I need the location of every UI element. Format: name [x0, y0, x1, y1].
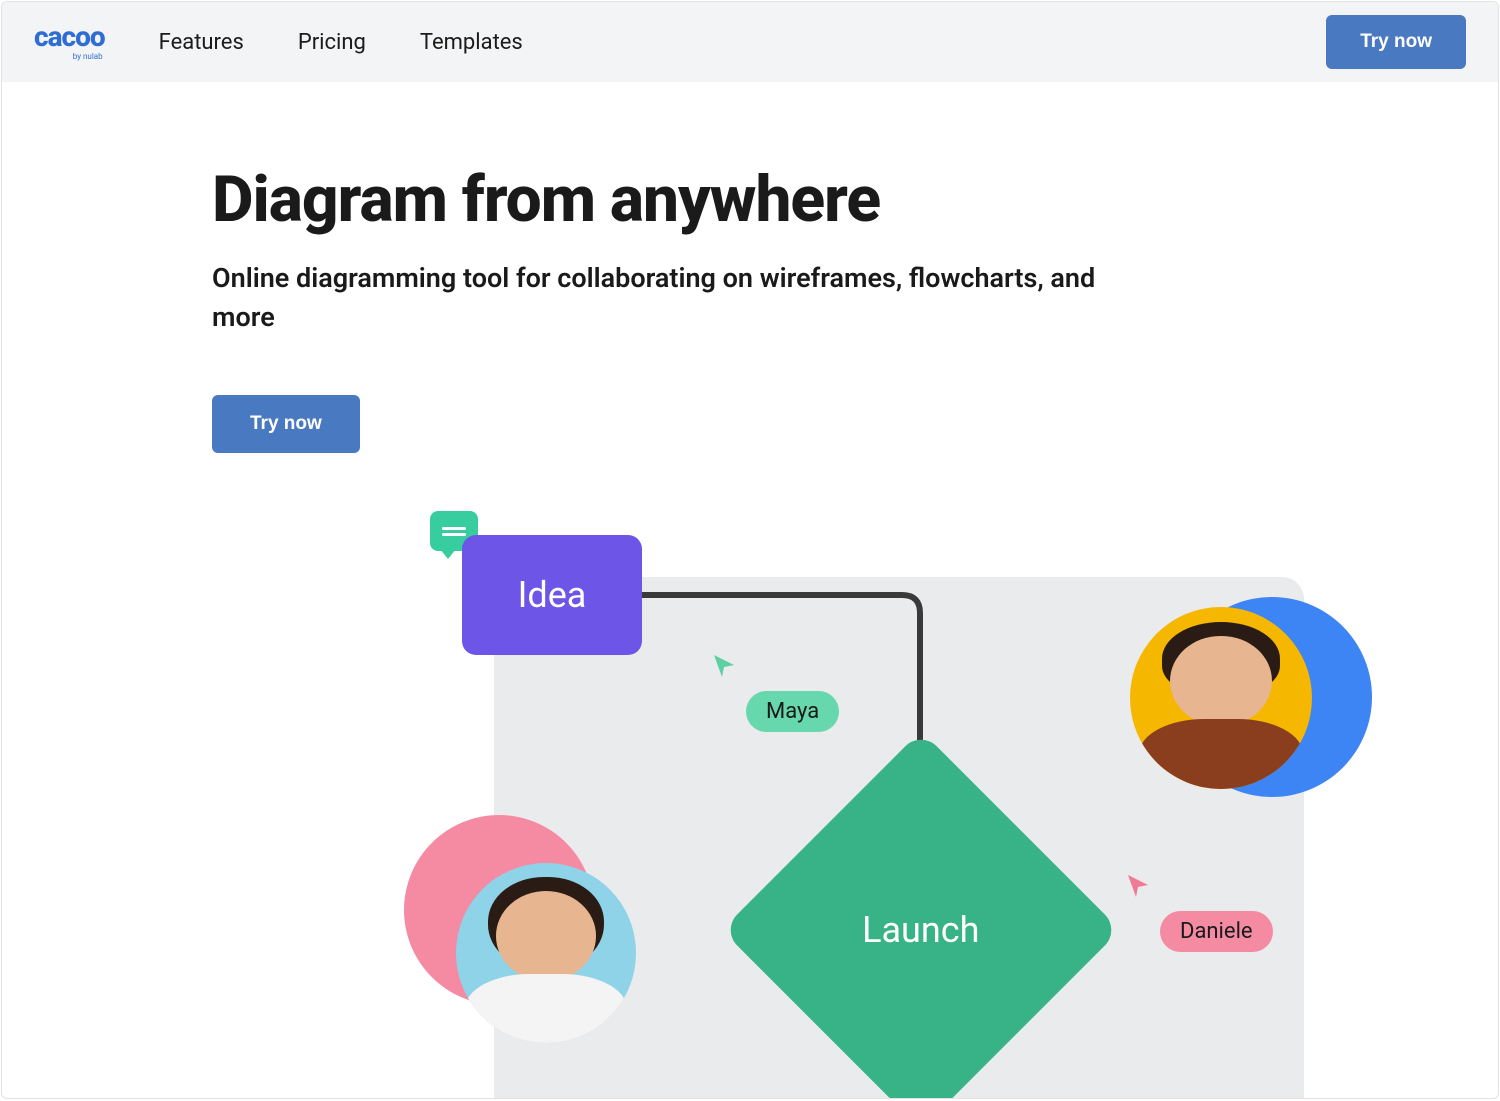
nav-pricing[interactable]: Pricing: [298, 30, 366, 55]
diagram-node-idea-label: Idea: [518, 574, 587, 616]
collaborator-cursor-maya: Maya: [710, 651, 839, 732]
hero-try-now-button[interactable]: Try now: [212, 395, 360, 453]
brand-logo[interactable]: cacoo by nulab: [34, 23, 105, 61]
diagram-node-launch-label: Launch: [862, 909, 979, 951]
cursor-icon: [1124, 871, 1152, 899]
nav-features[interactable]: Features: [159, 30, 244, 55]
brand-name: cacoo: [34, 23, 105, 51]
nav-templates[interactable]: Templates: [420, 30, 523, 55]
hero-illustration: Idea Maya Launch: [212, 519, 1498, 1099]
hero-title: Diagram from anywhere: [212, 162, 1498, 237]
header-left: cacoo by nulab Features Pricing Template…: [34, 23, 523, 61]
diagram-node-idea: Idea: [462, 535, 642, 655]
brand-byline: by nulab: [73, 53, 103, 61]
collaborator-label-daniele: Daniele: [1160, 911, 1273, 952]
cursor-icon: [710, 651, 738, 679]
hero-section: Diagram from anywhere Online diagramming…: [2, 82, 1498, 1099]
app-header: cacoo by nulab Features Pricing Template…: [2, 2, 1498, 82]
collaborator-label-maya: Maya: [746, 691, 839, 732]
person-illustration: [1139, 615, 1303, 790]
avatar: [456, 863, 636, 1043]
hero-subtitle: Online diagramming tool for collaboratin…: [212, 259, 1112, 337]
collaborator-cursor-daniele: Daniele: [1124, 871, 1273, 952]
avatar: [1130, 607, 1312, 789]
header-try-now-button[interactable]: Try now: [1326, 15, 1466, 69]
person-illustration: [465, 870, 627, 1043]
main-nav: Features Pricing Templates: [159, 30, 523, 55]
